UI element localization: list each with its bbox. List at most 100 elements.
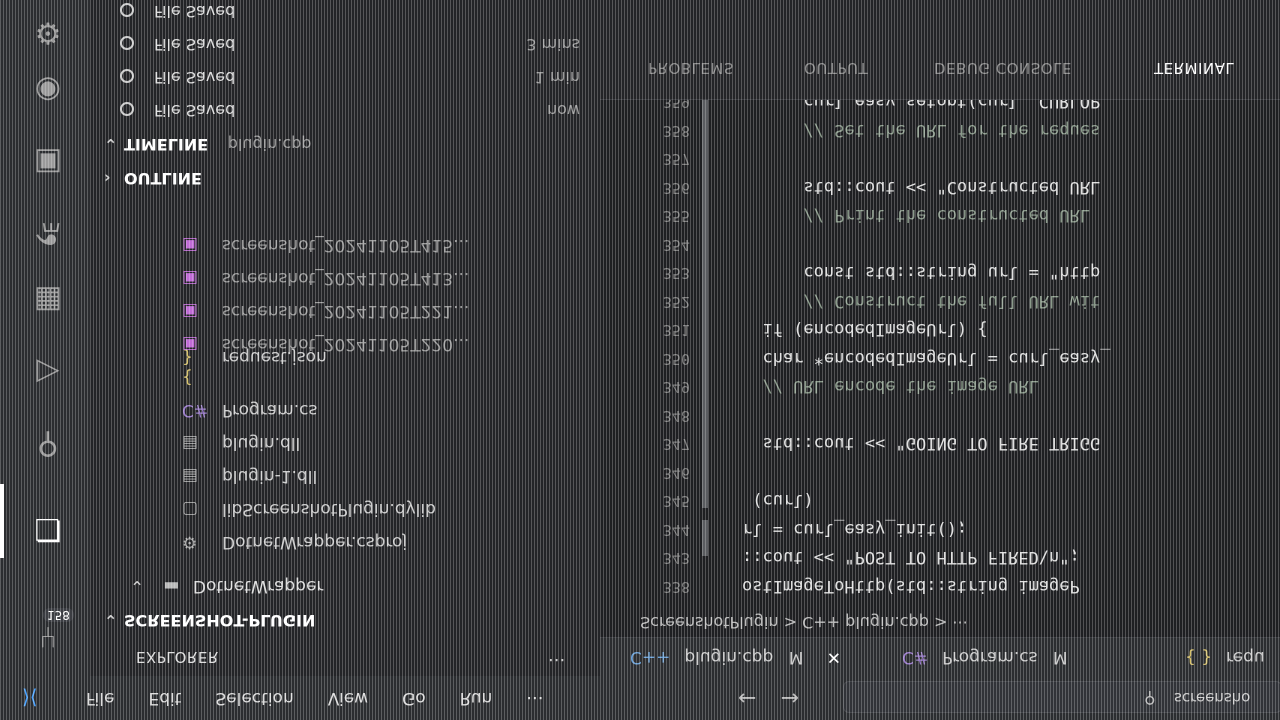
code-line[interactable]: 358 // Set the URL for the reques: [600, 112, 1280, 140]
code-line[interactable]: 343::cout << "POST TO HTTP FIRED\n";: [600, 540, 1280, 568]
code-line[interactable]: 356 std::cout << "Constructed URL: [600, 169, 1280, 197]
source-control-badge: 158: [43, 608, 74, 622]
code-line[interactable]: 338 ostImageToHttp(std::string imageP: [600, 568, 1280, 596]
code-line[interactable]: 355 // Print the constructed URL: [600, 198, 1280, 226]
timeline-item[interactable]: File Saved 3 mins: [120, 35, 580, 54]
timeline-section-header[interactable]: ⌄ TIMELINE plugin.cpp: [104, 135, 311, 154]
line-number: 343: [662, 549, 690, 568]
code-line[interactable]: 344 rl = curl_easy_init();: [600, 511, 1280, 539]
code-text: rl = curl_easy_init();: [742, 519, 968, 539]
line-number: 357: [662, 150, 690, 169]
workspace-section-header[interactable]: ⌄ SCREENSHOT-PLUGIN: [104, 611, 315, 630]
code-line[interactable]: 353 const std::string url = "http: [600, 255, 1280, 283]
tab-program-cs[interactable]: C# Program.cs M: [902, 647, 1068, 667]
file-item[interactable]: ▣screenshot_20241105T220...U: [182, 326, 665, 354]
menu-more-button[interactable]: ···: [526, 688, 543, 709]
timeline-item[interactable]: File Saved now: [120, 101, 580, 120]
code-text: char *encodedImageUrl = curl_easy_: [742, 348, 1111, 368]
code-line[interactable]: 351 if (encodedImageUrl) {: [600, 312, 1280, 340]
breadcrumb[interactable]: ScreenshotPlugin > C++ plugin.cpp > ···: [640, 613, 968, 632]
vscode-window: ⟩⟨ File Edit Selection View Go Run ··· ←…: [0, 0, 1280, 720]
search-view-icon[interactable]: ⚲: [24, 424, 72, 464]
menu-edit[interactable]: Edit: [148, 688, 181, 708]
tab-output[interactable]: OUTPUT: [804, 59, 868, 77]
accounts-icon[interactable]: ◉: [24, 70, 72, 110]
file-item[interactable]: ▢ libScreenshotPlugin.dylib: [182, 491, 582, 519]
image-icon: ▣: [182, 268, 199, 288]
menu-bar: ⟩⟨ File Edit Selection View Go Run ··· ←…: [0, 675, 1280, 720]
code-line[interactable]: 352 // Construct the full URL wit: [600, 283, 1280, 311]
timeline-item[interactable]: File Saved 1 min: [120, 68, 580, 87]
code-text: (curl): [742, 490, 814, 511]
binary-icon: ▤: [182, 466, 199, 486]
timeline-item[interactable]: File Saved: [120, 2, 580, 21]
json-icon: { }: [1185, 647, 1213, 667]
file-item[interactable]: ▣screenshot_20241105T413...U: [182, 260, 665, 288]
menu-go[interactable]: Go: [402, 688, 426, 708]
line-number: 358: [662, 122, 690, 140]
code-line[interactable]: 349 // URL encode the image URL: [600, 369, 1280, 397]
csproj-icon: ⚙: [182, 532, 198, 552]
timeline-file: plugin.cpp: [227, 135, 312, 154]
outline-section-header[interactable]: › OUTLINE: [104, 169, 202, 188]
tab-plugin-cpp[interactable]: C++ plugin.cpp M ✕: [630, 647, 841, 667]
tab-request-json[interactable]: { } requ: [1185, 647, 1265, 667]
docker-icon[interactable]: ▣: [24, 142, 72, 182]
circle-icon: [120, 36, 134, 51]
line-number: 349: [662, 378, 690, 397]
tab-terminal[interactable]: TERMINAL: [1154, 59, 1234, 77]
command-search-input[interactable]: ⚲ screensho: [843, 681, 1280, 713]
file-item[interactable]: C#Program.csM: [182, 392, 665, 420]
chevron-right-icon: ›: [104, 169, 111, 188]
tab-debug-console[interactable]: DEBUG CONSOLE: [934, 59, 1072, 77]
forward-arrow-icon[interactable]: →: [780, 685, 822, 710]
code-line[interactable]: 346: [600, 454, 1280, 482]
line-number: 338: [662, 578, 690, 596]
file-item[interactable]: ▤plugin.dllU: [182, 425, 665, 453]
back-arrow-icon[interactable]: ←: [738, 685, 780, 710]
code-text: // Print the constructed URL: [742, 205, 1090, 226]
search-text: screensho: [1174, 689, 1251, 707]
code-text: if (encodedImageUrl) {: [742, 319, 988, 340]
menu-view[interactable]: View: [328, 688, 368, 708]
code-text: ostImageToHttp(std::string imageP: [742, 576, 1080, 596]
code-line[interactable]: 354: [600, 226, 1280, 254]
extensions-icon[interactable]: ▦: [24, 280, 72, 320]
code-text: ::cout << "POST TO HTTP FIRED\n";: [742, 547, 1080, 568]
line-number: 345: [662, 492, 690, 511]
testing-icon[interactable]: ⚗: [24, 212, 72, 252]
code-line[interactable]: 350 char *encodedImageUrl = curl_easy_: [600, 340, 1280, 368]
circle-icon: [120, 69, 134, 84]
file-icon: ▢: [182, 499, 199, 519]
line-number: 346: [662, 464, 690, 482]
nav-arrows: ←→: [738, 685, 823, 710]
file-item[interactable]: { }request.jsonM: [182, 347, 665, 387]
menu-selection[interactable]: Selection: [215, 688, 293, 708]
file-item[interactable]: ⚙DotnetWrapper.csprojM: [182, 524, 665, 552]
image-icon: ▣: [182, 334, 199, 354]
code-line[interactable]: 357: [600, 141, 1280, 169]
close-icon[interactable]: ✕: [827, 647, 841, 667]
tab-problems[interactable]: PROBLEMS: [648, 59, 734, 77]
menu-file[interactable]: File: [86, 688, 114, 708]
code-line[interactable]: 345 (curl): [600, 483, 1280, 511]
code-text: const std::string url = "http: [742, 262, 1101, 283]
code-line[interactable]: 347 std::cout << "GOING TO FIRE TRIGG: [600, 426, 1280, 454]
bottom-panel: PROBLEMS OUTPUT DEBUG CONSOLE TERMINAL: [600, 0, 1280, 100]
line-number: 353: [662, 264, 690, 283]
code-line[interactable]: 348: [600, 397, 1280, 425]
menu-run[interactable]: Run: [460, 688, 493, 708]
run-debug-icon[interactable]: ▷: [24, 352, 72, 392]
settings-icon[interactable]: ⚙: [24, 12, 72, 52]
chevron-down-icon: ⌄: [130, 576, 145, 596]
explorer-files-icon[interactable]: ❐: [24, 508, 72, 548]
line-number: 347: [662, 435, 690, 454]
source-control-icon[interactable]: ⑂: [24, 616, 72, 656]
file-item[interactable]: ▣screenshot_20241105T415...U: [182, 227, 665, 255]
file-item[interactable]: ▣screenshot_20241105T221...U: [182, 293, 665, 321]
folder-dotnetwrapper[interactable]: ⌄ ▬ DotnetWrapper: [130, 576, 323, 596]
image-icon: ▣: [182, 235, 199, 255]
explorer-more-button[interactable]: ···: [548, 649, 565, 670]
file-item[interactable]: ▤plugin-1.dllU: [182, 458, 665, 486]
line-number: 350: [662, 350, 690, 368]
